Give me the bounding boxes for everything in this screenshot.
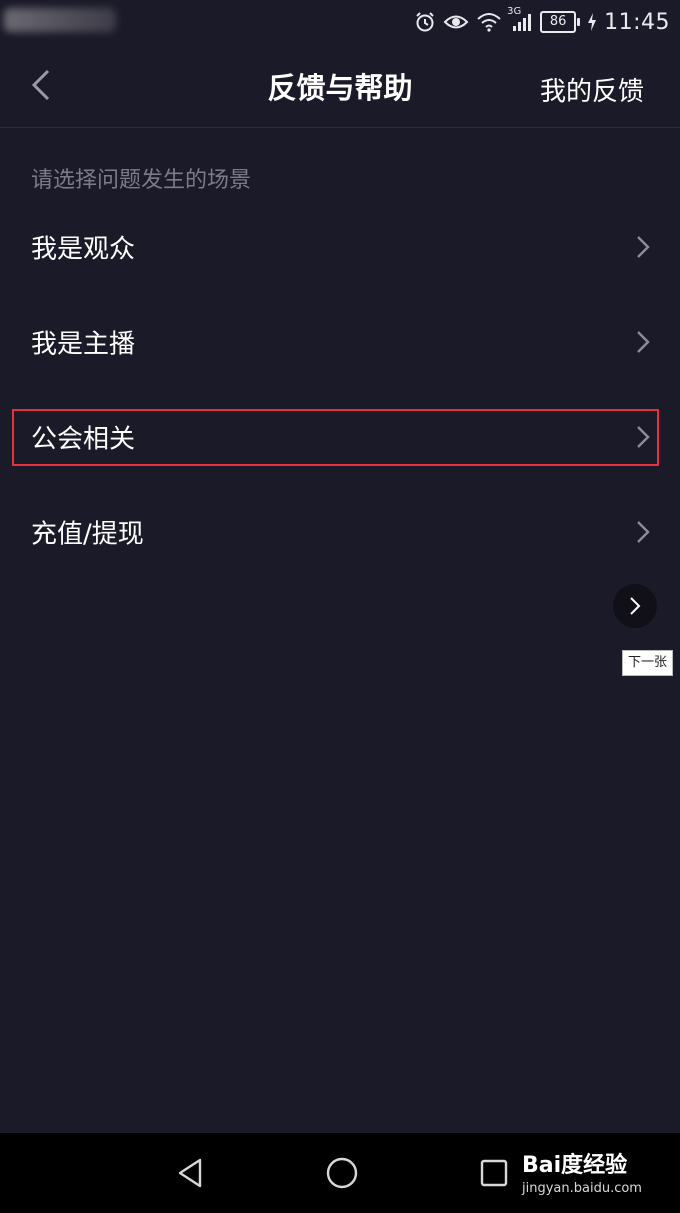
chevron-right-icon bbox=[637, 236, 650, 258]
scene-row-audience[interactable]: 我是观众 bbox=[0, 200, 680, 294]
scene-row-recharge-withdraw[interactable]: 充值/提现 bbox=[0, 485, 680, 579]
clock: 11:45 bbox=[604, 9, 670, 35]
next-image-tooltip: 下一张 bbox=[622, 650, 674, 676]
signal-icon: 3G bbox=[507, 6, 533, 32]
watermark-logo: Bai度经验 bbox=[522, 1153, 628, 1178]
wifi-icon bbox=[476, 12, 502, 32]
next-image-button[interactable] bbox=[613, 584, 657, 628]
back-triangle-icon[interactable] bbox=[170, 1153, 210, 1193]
status-bar: 3G 86 11:45 bbox=[0, 0, 680, 45]
home-circle-icon[interactable] bbox=[322, 1153, 362, 1193]
baidu-jingyan-watermark: Bai度经验 jingyan.baidu.com bbox=[520, 1137, 680, 1201]
eye-icon bbox=[443, 12, 469, 32]
network-type: 3G bbox=[507, 6, 522, 17]
scene-row-streamer[interactable]: 我是主播 bbox=[0, 295, 680, 389]
status-icons: 3G 86 11:45 bbox=[414, 6, 670, 36]
blurred-notification-area bbox=[4, 8, 116, 32]
battery-icon: 86 bbox=[540, 11, 581, 33]
recents-square-icon[interactable] bbox=[474, 1153, 514, 1193]
charging-icon bbox=[587, 12, 597, 32]
scene-hint: 请选择问题发生的场景 bbox=[31, 168, 252, 193]
battery-level: 86 bbox=[540, 11, 577, 33]
alarm-icon bbox=[414, 11, 436, 33]
chevron-right-icon bbox=[637, 521, 650, 543]
my-feedback-link[interactable]: 我的反馈 bbox=[540, 71, 644, 108]
scene-label: 我是观众 bbox=[31, 234, 136, 265]
scene-label: 我是主播 bbox=[31, 329, 136, 360]
header-bar: 反馈与帮助 我的反馈 bbox=[0, 45, 680, 128]
chevron-right-icon bbox=[637, 331, 650, 353]
chevron-right-icon bbox=[630, 597, 641, 615]
highlight-box bbox=[12, 409, 659, 466]
scene-label: 充值/提现 bbox=[31, 519, 144, 550]
watermark-url: jingyan.baidu.com bbox=[522, 1181, 642, 1196]
